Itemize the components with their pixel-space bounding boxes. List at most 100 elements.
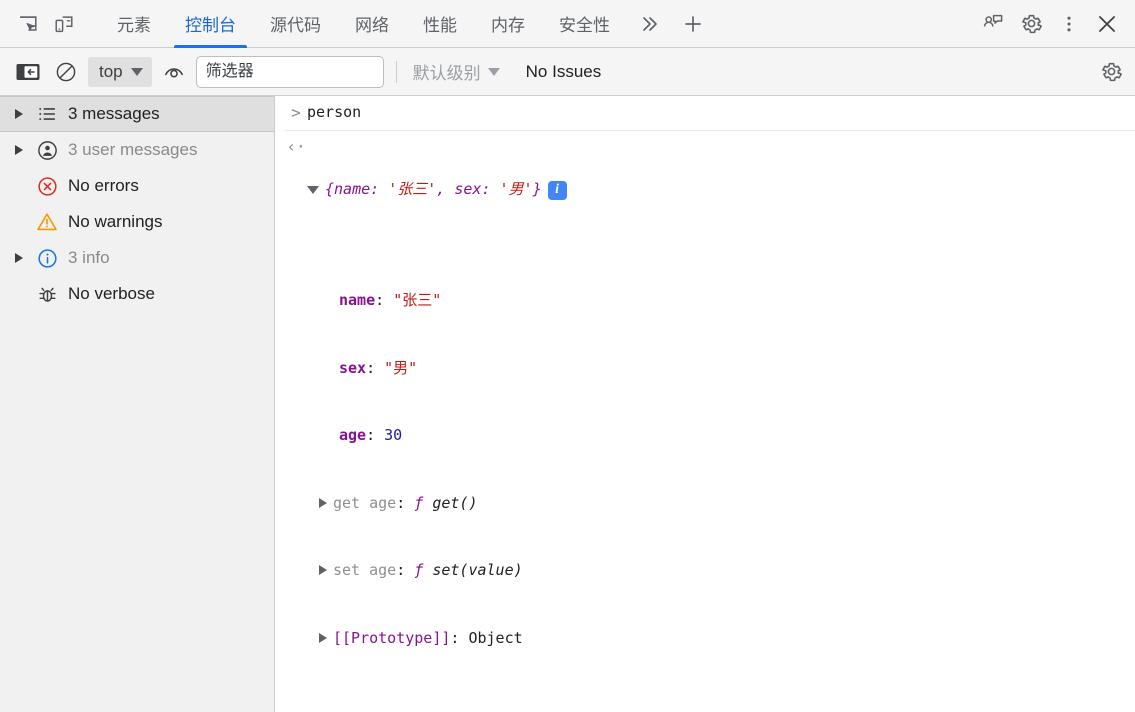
tab-label: 控制台 <box>185 16 236 35</box>
log-levels-selector[interactable]: 默认级别 <box>409 59 504 84</box>
object-inspector: {name: '张三', sex: '男'} i name: "张三" sex:… <box>307 136 1127 712</box>
more-vertical-icon[interactable] <box>1051 6 1087 42</box>
tab-label: 内存 <box>491 16 525 35</box>
chevron-down-icon <box>487 67 500 76</box>
tab-sources[interactable]: 源代码 <box>253 0 338 48</box>
tab-label: 元素 <box>117 16 151 35</box>
tab-label: 源代码 <box>270 16 321 35</box>
user-icon <box>34 137 60 163</box>
chevron-down-icon <box>130 67 143 76</box>
console-toolbar-right <box>1095 56 1127 88</box>
sidebar-item-label: 3 messages <box>68 104 160 123</box>
brace-close: } <box>532 180 542 199</box>
object-property-prototype[interactable]: [[Prototype]]: Object <box>307 626 1127 650</box>
device-toolbar-icon[interactable] <box>46 6 82 42</box>
close-icon[interactable] <box>1089 6 1125 42</box>
tab-network[interactable]: 网络 <box>338 0 406 48</box>
collapse-twisty-icon[interactable] <box>307 186 319 195</box>
sidebar-item-label: No verbose <box>68 284 155 303</box>
object-property-age[interactable]: age: 30 <box>307 423 1127 447</box>
object-property-setter[interactable]: set age: ƒ set(value) <box>307 558 1127 582</box>
result-chevron-icon: ‹· <box>286 136 306 156</box>
tabbar-right-controls <box>975 6 1129 42</box>
preview-key-name: name <box>334 180 371 199</box>
object-preview-header[interactable]: {name: '张三', sex: '男'} i <box>307 179 1127 201</box>
property-key: name <box>339 291 376 309</box>
preview-key-sex: sex <box>454 180 482 199</box>
property-value: "男" <box>384 358 418 377</box>
function-sigil-icon: ƒ <box>414 561 424 579</box>
property-key: age <box>339 426 367 444</box>
settings-gear-icon[interactable] <box>1095 56 1127 88</box>
sidebar-item-user-messages[interactable]: 3 user messages <box>0 132 274 168</box>
sidebar-item-info[interactable]: 3 info <box>0 240 274 276</box>
expand-twisty-icon[interactable] <box>12 251 26 265</box>
inspect-element-icon[interactable] <box>10 6 46 42</box>
prompt-chevron-icon: > <box>291 103 301 122</box>
console-sidebar: 3 messages 3 user messages No errors No … <box>0 96 275 712</box>
sidebar-item-label: No warnings <box>68 212 163 231</box>
tab-performance[interactable]: 性能 <box>406 0 474 48</box>
sidebar-item-messages[interactable]: 3 messages <box>0 96 274 132</box>
tab-label: 网络 <box>355 16 389 35</box>
clear-console-icon[interactable] <box>50 56 82 88</box>
console-body: 3 messages 3 user messages No errors No … <box>0 96 1135 712</box>
expand-twisty-icon[interactable] <box>12 143 26 157</box>
warning-icon <box>34 209 60 235</box>
object-properties: name: "张三" sex: "男" age: 30 get age: ƒ g… <box>307 246 1127 691</box>
preview-comma: , <box>436 180 455 199</box>
toolbar-divider <box>395 60 397 83</box>
property-value: set(value) <box>432 561 523 579</box>
property-value: 30 <box>384 426 403 444</box>
console-result-row[interactable]: ‹· {name: '张三', sex: '男'} i name: "张三" s… <box>285 131 1135 712</box>
show-console-sidebar-icon[interactable] <box>12 56 44 88</box>
tab-elements[interactable]: 元素 <box>100 0 168 48</box>
object-property-getter[interactable]: get age: ƒ get() <box>307 491 1127 515</box>
settings-gear-icon[interactable] <box>1013 6 1049 42</box>
sidebar-item-label: 3 info <box>68 248 110 267</box>
console-toolbar: top 默认级别 No Issues <box>0 48 1135 96</box>
object-property-name[interactable]: name: "张三" <box>307 288 1127 312</box>
sidebar-item-errors[interactable]: No errors <box>0 168 274 204</box>
property-value: Object <box>468 628 523 647</box>
eye-icon[interactable] <box>158 56 190 88</box>
property-value: "张三" <box>393 291 442 309</box>
object-preview: {name: '张三', sex: '男'} <box>325 179 542 201</box>
issues-counter[interactable]: No Issues <box>526 62 602 82</box>
preview-val-sex: '男' <box>499 180 533 199</box>
error-icon <box>34 173 60 199</box>
info-badge-icon[interactable]: i <box>547 180 567 200</box>
object-property-sex[interactable]: sex: "男" <box>307 356 1127 380</box>
expand-twisty-icon[interactable] <box>319 632 327 643</box>
preview-sep: : <box>370 180 389 199</box>
info-icon <box>34 245 60 271</box>
brace-open: { <box>325 180 335 199</box>
preview-val-name: '张三' <box>388 180 437 199</box>
search-input[interactable] <box>195 55 384 88</box>
sidebar-item-label: No errors <box>68 176 139 195</box>
tab-console[interactable]: 控制台 <box>168 0 253 48</box>
sidebar-item-label: 3 user messages <box>68 140 198 159</box>
log-levels-label: 默认级别 <box>412 64 481 83</box>
tab-security[interactable]: 安全性 <box>542 0 627 48</box>
sidebar-item-verbose[interactable]: No verbose <box>0 276 274 312</box>
tab-label: 安全性 <box>559 16 610 35</box>
feedback-icon[interactable] <box>975 6 1011 42</box>
add-tab-icon[interactable] <box>671 0 715 48</box>
preview-sep: : <box>481 180 500 199</box>
tab-memory[interactable]: 内存 <box>474 0 542 48</box>
devtools-tab-list: 元素 控制台 源代码 网络 性能 内存 安全性 <box>100 0 715 48</box>
property-key: [[Prototype]] <box>333 628 451 647</box>
expand-twisty-icon[interactable] <box>319 497 327 508</box>
property-key: set age <box>333 561 397 579</box>
expand-twisty-icon[interactable] <box>319 565 327 575</box>
expand-twisty-icon[interactable] <box>12 107 26 121</box>
property-key: sex <box>339 358 367 377</box>
sidebar-item-warnings[interactable]: No warnings <box>0 204 274 240</box>
more-tabs-icon[interactable] <box>627 0 671 48</box>
execution-context-selector[interactable]: top <box>88 56 152 87</box>
function-sigil-icon: ƒ <box>414 493 424 512</box>
console-command-row[interactable]: > person <box>285 96 1135 131</box>
property-key: get age <box>333 493 397 512</box>
property-value: get() <box>432 493 478 512</box>
